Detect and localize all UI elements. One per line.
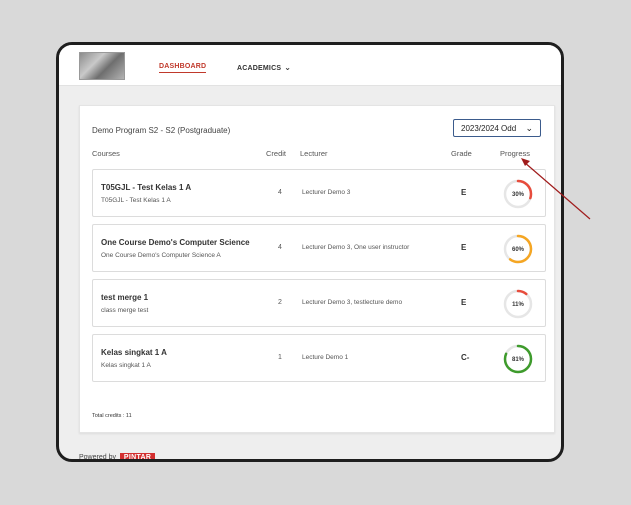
course-grade: E (461, 188, 467, 197)
course-lecturer: Lecturer Demo 3, testlecture demo (302, 299, 403, 306)
course-title[interactable]: Kelas singkat 1 A (101, 348, 167, 357)
course-class: One Course Demo's Computer Science A (101, 252, 221, 259)
course-class: class merge test (101, 307, 149, 314)
course-title[interactable]: One Course Demo's Computer Science (101, 238, 250, 247)
progress-label: 81% (512, 357, 525, 363)
header-lecturer: Lecturer (300, 149, 328, 158)
chevron-down-icon: ⌄ (525, 123, 533, 133)
course-lecturer: Lecturer Demo 3 (302, 189, 351, 196)
course-credit: 2 (278, 299, 282, 306)
course-row[interactable]: Kelas singkat 1 A Kelas singkat 1 A 1 Lectu… (92, 334, 546, 382)
progress-label: 30% (512, 192, 525, 198)
header-courses: Courses (92, 149, 120, 158)
course-credit: 4 (278, 244, 282, 251)
nav-academics[interactable]: ACADEMICS ⌄ (237, 63, 291, 72)
nav-dashboard[interactable]: DASHBOARD (159, 63, 207, 73)
progress-ring: 81% (503, 344, 533, 374)
header-progress: Progress (500, 149, 531, 158)
chevron-down-icon: ⌄ (284, 63, 292, 72)
course-class: Kelas singkat 1 A (101, 362, 151, 369)
progress-ring: 30% (503, 179, 533, 209)
progress-label: 60% (512, 247, 525, 253)
total-credits: Total credits : 11 (92, 413, 132, 419)
progress-ring: 11% (503, 289, 533, 319)
nav-academics-label: ACADEMICS (237, 65, 282, 72)
semester-select-value: 2023/2024 Odd (461, 124, 517, 133)
program-title: Demo Program S2 - S2 (Postgraduate) (92, 126, 231, 135)
institution-logo[interactable] (79, 52, 125, 80)
course-title[interactable]: T05GJL - Test Kelas 1 A (101, 183, 191, 192)
powered-by-label: Powered by (79, 454, 116, 461)
courses-card: Demo Program S2 - S2 (Postgraduate) 2023… (79, 105, 555, 433)
course-row[interactable]: T05GJL - Test Kelas 1 A T05GJL - Test Kel… (92, 169, 546, 217)
browser-frame: DASHBOARD ACADEMICS ⌄ Demo Program S2 - S… (56, 42, 564, 462)
course-class: T05GJL - Test Kelas 1 A (101, 197, 171, 204)
header-grade: Grade (451, 149, 472, 158)
pintar-logo: PINTAR (119, 453, 156, 459)
semester-select[interactable]: 2023/2024 Odd ⌄ (453, 119, 541, 137)
top-navbar: DASHBOARD ACADEMICS ⌄ (59, 45, 561, 86)
progress-ring: 60% (503, 234, 533, 264)
course-title[interactable]: test merge 1 (101, 293, 148, 302)
course-row[interactable]: test merge 1 class merge test 2 Lecturer De… (92, 279, 546, 327)
progress-label: 11% (512, 302, 524, 308)
course-grade: E (461, 243, 467, 252)
footer-powered-by: Powered by PINTAR (79, 453, 156, 461)
header-credit: Credit (266, 149, 287, 158)
course-lecturer: Lecture Demo 1 (302, 354, 349, 361)
course-grade: E (461, 298, 467, 307)
course-credit: 1 (278, 354, 282, 361)
course-lecturer: Lecturer Demo 3, One user instructor (302, 244, 410, 251)
course-row[interactable]: One Course Demo's Computer Science One Co… (92, 224, 546, 272)
course-credit: 4 (278, 189, 282, 196)
course-grade: C- (461, 353, 470, 362)
